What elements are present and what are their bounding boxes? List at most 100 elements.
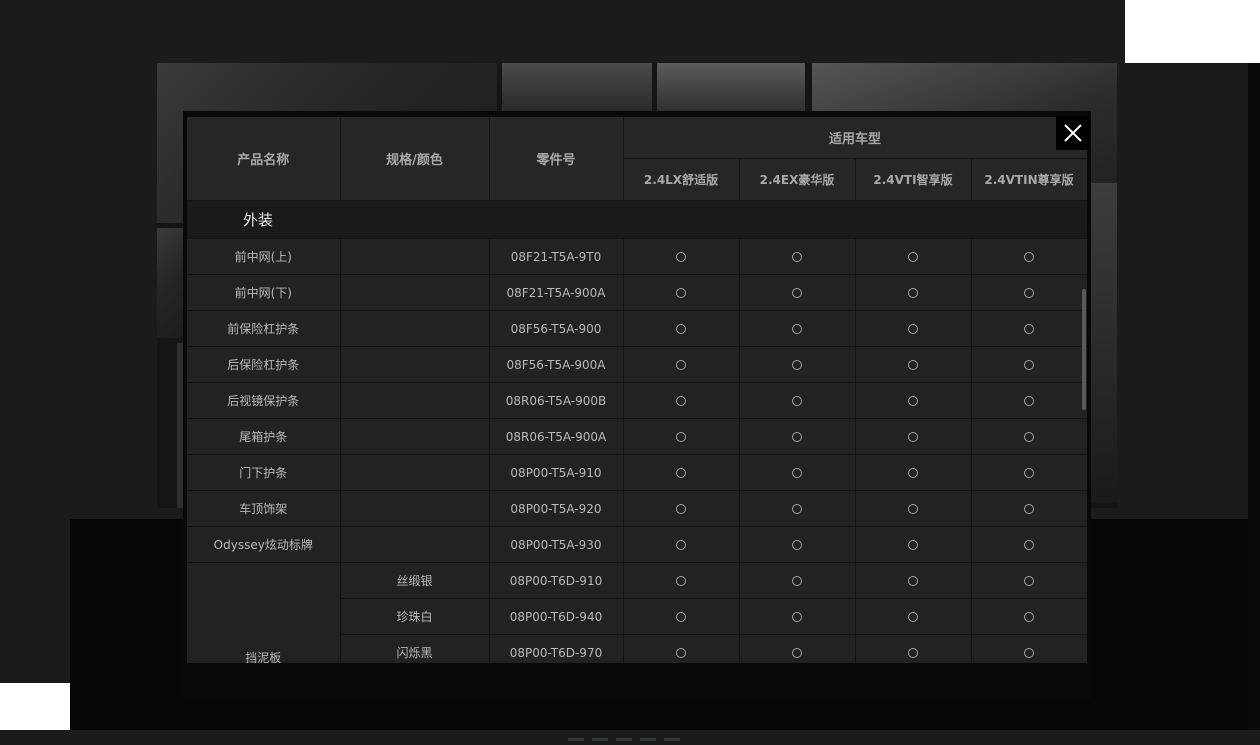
table-row: 后视镜保护条 08R06-T5A-900B xyxy=(187,382,1087,419)
circle-icon xyxy=(792,396,802,406)
gallery-photo xyxy=(1087,183,1117,503)
availability-cell xyxy=(623,310,740,347)
availability-cell xyxy=(855,238,972,275)
circle-icon xyxy=(676,504,686,514)
table-scrollbar[interactable] xyxy=(1082,289,1086,410)
availability-cell xyxy=(739,346,856,383)
model-header-lx: 2.4LX舒适版 xyxy=(623,158,740,201)
column-header-product-name: 产品名称 xyxy=(187,117,341,201)
spec-cell: 丝缎银 xyxy=(340,562,490,599)
circle-icon xyxy=(792,576,802,586)
circle-icon xyxy=(908,540,918,550)
spec-cell xyxy=(340,490,490,527)
availability-cell xyxy=(623,634,740,663)
circle-icon xyxy=(908,504,918,514)
circle-icon xyxy=(908,360,918,370)
availability-cell xyxy=(971,526,1087,563)
availability-cell xyxy=(971,274,1087,311)
circle-icon xyxy=(1024,576,1034,586)
carousel-dot[interactable] xyxy=(664,738,680,741)
table-row: 前中网(下) 08F21-T5A-900A xyxy=(187,274,1087,311)
circle-icon xyxy=(1024,360,1034,370)
availability-cell xyxy=(971,634,1087,663)
carousel-dot[interactable] xyxy=(592,738,608,741)
circle-icon xyxy=(792,540,802,550)
availability-cell xyxy=(971,562,1087,599)
spec-cell xyxy=(340,274,490,311)
product-name-cell: 前中网(下) xyxy=(187,274,341,311)
accessories-table-container[interactable]: 产品名称 规格/颜色 零件号 适用车型 2.4LX舒适版 2.4EX豪华版 2.… xyxy=(187,117,1087,663)
page-right-edge xyxy=(1248,63,1260,730)
spec-cell xyxy=(340,346,490,383)
part-number-cell: 08F56-T5A-900 xyxy=(489,310,624,347)
circle-icon xyxy=(792,288,802,298)
product-name-cell: 后保险杠护条 xyxy=(187,346,341,383)
circle-icon xyxy=(676,648,686,658)
circle-icon xyxy=(1024,324,1034,334)
availability-cell xyxy=(971,238,1087,275)
availability-cell xyxy=(739,598,856,635)
circle-icon xyxy=(1024,504,1034,514)
availability-cell xyxy=(739,526,856,563)
carousel-dot[interactable] xyxy=(616,738,632,741)
product-name-cell: 尾箱护条 xyxy=(187,418,341,455)
circle-icon xyxy=(1024,468,1034,478)
carousel-indicators xyxy=(568,726,708,741)
availability-cell xyxy=(623,346,740,383)
circle-icon xyxy=(676,252,686,262)
circle-icon xyxy=(908,648,918,658)
carousel-dot[interactable] xyxy=(568,738,584,741)
model-header-vti: 2.4VTI智享版 xyxy=(855,158,972,201)
availability-cell xyxy=(855,562,972,599)
availability-cell xyxy=(623,598,740,635)
table-row: 尾箱护条 08R06-T5A-900A xyxy=(187,418,1087,455)
availability-cell xyxy=(855,490,972,527)
table-row: 车顶饰架 08P00-T5A-920 xyxy=(187,490,1087,527)
availability-cell xyxy=(855,382,972,419)
availability-cell xyxy=(971,310,1087,347)
circle-icon xyxy=(1024,432,1034,442)
table-row: 前保险杠护条 08F56-T5A-900 xyxy=(187,310,1087,347)
product-name-cell: 前保险杠护条 xyxy=(187,310,341,347)
spec-cell: 珍珠白 xyxy=(340,598,490,635)
part-number-cell: 08F21-T5A-9T0 xyxy=(489,238,624,275)
circle-icon xyxy=(792,360,802,370)
availability-cell xyxy=(855,346,972,383)
column-header-applicable-models: 适用车型 xyxy=(623,117,1087,159)
spec-cell xyxy=(340,418,490,455)
circle-icon xyxy=(908,468,918,478)
availability-cell xyxy=(739,634,856,663)
part-number-cell: 08F21-T5A-900A xyxy=(489,274,624,311)
availability-cell xyxy=(971,418,1087,455)
availability-cell xyxy=(855,274,972,311)
product-name-cell: 前中网(上) xyxy=(187,238,341,275)
circle-icon xyxy=(908,324,918,334)
availability-cell xyxy=(623,238,740,275)
part-number-cell: 08P00-T5A-910 xyxy=(489,454,624,491)
column-header-part-number: 零件号 xyxy=(489,117,624,201)
section-row: 外装 xyxy=(187,200,1087,239)
circle-icon xyxy=(676,360,686,370)
carousel-dot[interactable] xyxy=(640,738,656,741)
table-row: Odyssey炫动标牌 08P00-T5A-930 xyxy=(187,526,1087,563)
part-number-cell: 08R06-T5A-900A xyxy=(489,418,624,455)
close-button[interactable] xyxy=(1056,116,1090,150)
availability-cell xyxy=(623,274,740,311)
gallery-photo xyxy=(502,63,652,111)
accessories-table: 产品名称 规格/颜色 零件号 适用车型 2.4LX舒适版 2.4EX豪华版 2.… xyxy=(187,117,1087,663)
availability-cell xyxy=(623,490,740,527)
availability-cell xyxy=(623,562,740,599)
circle-icon xyxy=(792,432,802,442)
part-number-cell: 08R06-T5A-900B xyxy=(489,382,624,419)
availability-cell xyxy=(623,454,740,491)
circle-icon xyxy=(792,468,802,478)
part-number-cell: 08P00-T5A-930 xyxy=(489,526,624,563)
availability-cell xyxy=(623,418,740,455)
gallery-photo xyxy=(657,63,805,111)
product-name-cell: 后视镜保护条 xyxy=(187,382,341,419)
availability-cell xyxy=(855,454,972,491)
close-icon xyxy=(1064,124,1082,142)
availability-cell xyxy=(739,382,856,419)
circle-icon xyxy=(1024,288,1034,298)
spec-cell xyxy=(340,526,490,563)
